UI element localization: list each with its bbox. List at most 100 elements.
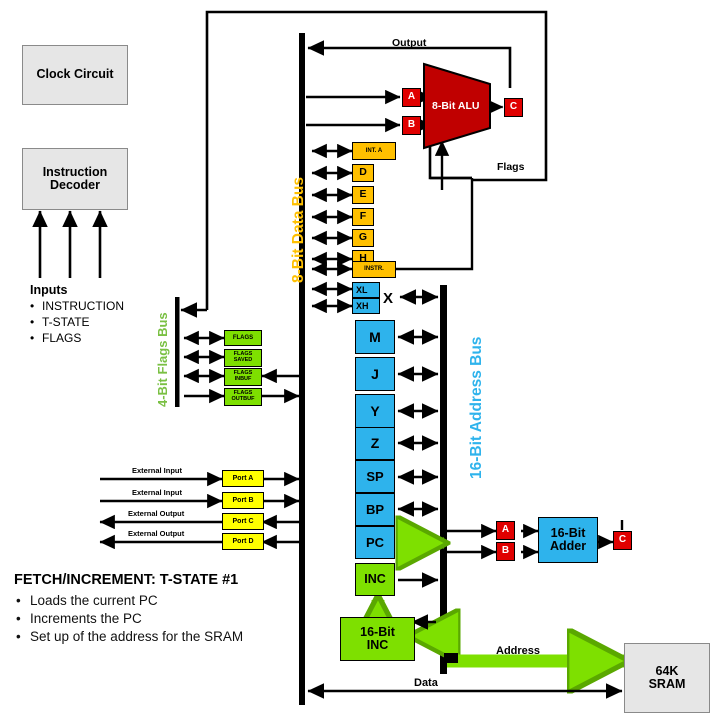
address-bus-label: 16-Bit Address Bus — [468, 336, 485, 479]
address-bus-register-wires — [397, 289, 439, 551]
reg-f-label: F — [359, 210, 367, 223]
port-b-block[interactable]: Port B — [222, 492, 264, 509]
data-bus-register-wires — [311, 143, 353, 314]
reg-sp-label: SP — [366, 468, 384, 484]
port-b-direction: External Input — [132, 488, 183, 497]
alu-input-b-label: B — [407, 119, 416, 131]
alu-output-c-label: C — [509, 101, 518, 113]
alu-input-a-label: A — [407, 91, 416, 103]
bullet-icon: • — [30, 331, 35, 345]
port-a-direction: External Input — [132, 466, 183, 475]
sram-label: 64K SRAM — [648, 663, 686, 691]
flags-register-label: FLAGS — [232, 334, 254, 341]
flags-bus-label: 4-Bit Flags Bus — [155, 312, 170, 407]
reg-f[interactable]: F — [352, 208, 374, 226]
wire-instr-to-decoder — [396, 178, 474, 271]
flags-register[interactable]: FLAGS — [224, 330, 262, 346]
alu-output-label: Output — [392, 37, 427, 49]
port-b-label: Port B — [232, 496, 254, 504]
flags-outbuf-register[interactable]: FLAGS OUTBUF — [224, 388, 262, 406]
adder-input-b[interactable]: B — [496, 542, 515, 561]
adder-input-b-label: B — [501, 545, 510, 557]
reg-z-label: Z — [370, 435, 380, 452]
inc-unit-label: 16-Bit INC — [360, 624, 395, 652]
port-d-block[interactable]: Port D — [222, 533, 264, 550]
bullet-icon: • — [16, 593, 21, 608]
port-c-block[interactable]: Port C — [222, 513, 264, 530]
alu-label: 8-Bit ALU — [432, 100, 480, 112]
flags-inbuf-register[interactable]: FLAGS INBUF — [224, 368, 262, 386]
adder-output-c[interactable]: C — [613, 531, 632, 550]
reg-instr-label: INSTR. — [364, 266, 384, 273]
reg-x[interactable]: XL XH — [352, 282, 380, 314]
data-bus-label: 8-Bit Data Bus — [290, 177, 307, 283]
port-c-label: Port C — [232, 517, 254, 525]
reg-int-a-label: INT. A — [365, 147, 383, 154]
data-label: Data — [414, 677, 438, 689]
inputs-title: Inputs — [30, 283, 68, 297]
caption-list: • Loads the current PC • Increments the … — [16, 593, 316, 647]
reg-g-label: G — [358, 231, 368, 244]
reg-e-label: E — [359, 188, 367, 201]
reg-sp[interactable]: SP — [355, 460, 395, 493]
reg-g[interactable]: G — [352, 229, 374, 247]
caption-item-2: Set up of the address for the SRAM — [30, 629, 244, 644]
flags-outbuf-label: FLAGS OUTBUF — [231, 390, 255, 402]
reg-pc[interactable]: PC — [355, 526, 395, 559]
bullet-icon: • — [16, 629, 21, 644]
input-item-tstate: T-STATE — [42, 315, 90, 329]
port-d-direction: External Output — [128, 529, 185, 538]
instruction-decoder-block[interactable]: Instruction Decoder — [22, 148, 128, 210]
alu-input-a[interactable]: A — [402, 88, 421, 107]
reg-m-label: M — [369, 328, 381, 345]
reg-bp-label: BP — [365, 501, 385, 517]
reg-y[interactable]: Y — [355, 394, 395, 428]
reg-int-a[interactable]: INT. A — [352, 142, 396, 160]
decoder-input-arrows — [32, 210, 108, 278]
reg-j[interactable]: J — [355, 357, 395, 391]
reg-d-label: D — [359, 166, 367, 179]
port-a-label: Port A — [232, 474, 254, 482]
reg-m[interactable]: M — [355, 320, 395, 354]
adder-input-a[interactable]: A — [496, 521, 515, 540]
reg-inc[interactable]: INC — [355, 563, 395, 596]
adder-label: 16-Bit Adder — [549, 525, 587, 553]
bullet-icon: • — [30, 299, 35, 313]
flags-saved-register[interactable]: FLAGS SAVED — [224, 349, 262, 367]
alu-input-b[interactable]: B — [402, 116, 421, 135]
clock-circuit-block[interactable]: Clock Circuit — [22, 45, 128, 105]
reg-z[interactable]: Z — [355, 427, 395, 460]
reg-x-upper-label: XL — [356, 285, 368, 296]
port-d-label: Port D — [232, 537, 254, 545]
reg-bp[interactable]: BP — [355, 493, 395, 526]
reg-x-lower-label: XH — [356, 300, 369, 311]
adder-block[interactable]: 16-Bit Adder — [538, 517, 598, 563]
caption-item-1: Increments the PC — [30, 611, 142, 626]
bullet-icon: • — [30, 315, 35, 329]
caption-title: FETCH/INCREMENT: T-STATE #1 — [14, 572, 239, 588]
cpu-architecture-diagram: Clock Circuit Instruction Decoder Inputs… — [0, 0, 720, 720]
flags-saved-label: FLAGS SAVED — [233, 351, 253, 363]
address-bus-line — [440, 285, 447, 674]
adder-input-a-label: A — [501, 524, 510, 536]
flags-bus-wires — [183, 330, 225, 404]
input-item-flags: FLAGS — [42, 331, 82, 345]
reg-e[interactable]: E — [352, 186, 374, 204]
port-a-block[interactable]: Port A — [222, 470, 264, 487]
inc-unit-block[interactable]: 16-Bit INC — [340, 617, 415, 661]
adder-output-c-label: C — [618, 534, 627, 546]
port-c-direction: External Output — [128, 509, 185, 518]
reg-instr[interactable]: INSTR. — [352, 261, 396, 278]
reg-inc-label: INC — [364, 571, 386, 586]
caption-item-0: Loads the current PC — [30, 593, 158, 608]
bullet-icon: • — [16, 611, 21, 626]
flags-inbuf-label: FLAGS INBUF — [233, 370, 253, 382]
sram-block[interactable]: 64K SRAM — [624, 643, 710, 713]
instruction-decoder-label: Instruction Decoder — [42, 164, 108, 192]
input-item-instruction: INSTRUCTION — [42, 299, 124, 313]
alu-output-c[interactable]: C — [504, 98, 523, 117]
reg-y-label: Y — [370, 402, 380, 419]
reg-d[interactable]: D — [352, 164, 374, 182]
clock-circuit-label: Clock Circuit — [36, 67, 114, 82]
address-label: Address — [496, 645, 541, 657]
